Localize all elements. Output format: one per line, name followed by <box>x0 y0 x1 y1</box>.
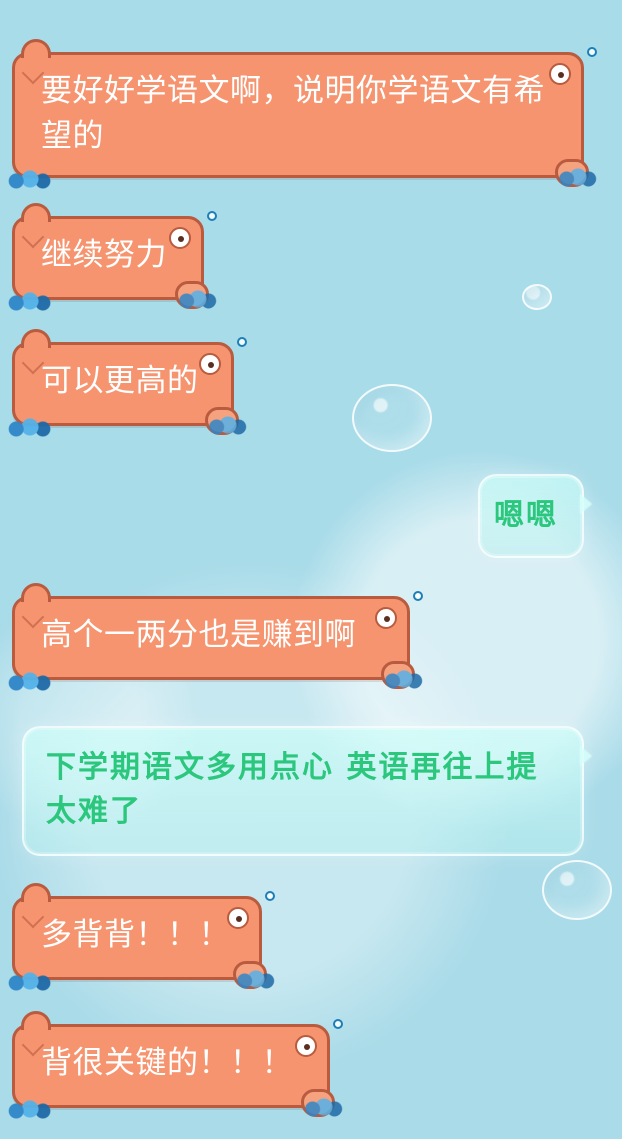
message-text: 背很关键的！！！ <box>41 1045 293 1081</box>
fish-eye-icon <box>199 353 221 375</box>
water-splash-icon <box>559 167 597 187</box>
fish-eye-icon <box>295 1035 317 1057</box>
outgoing-message-bubble[interactable]: 嗯嗯 <box>478 474 584 558</box>
water-splash-icon <box>7 169 53 189</box>
water-splash-icon <box>209 415 247 435</box>
fish-eye-icon <box>169 227 191 249</box>
incoming-message-bubble[interactable]: 可以更高的 <box>7 329 247 437</box>
fish-eye-icon <box>549 63 571 85</box>
background-bubble-icon <box>352 384 432 452</box>
incoming-message-bubble[interactable]: 多背背！！！ <box>7 883 275 991</box>
message-text: 多背背！！！ <box>41 917 230 953</box>
incoming-message-bubble[interactable]: 要好好学语文啊，说明你学语文有希望的 <box>7 39 597 189</box>
water-splash-icon <box>305 1097 343 1117</box>
small-bubble-icon <box>333 1019 343 1029</box>
fish-eye-icon <box>227 907 249 929</box>
water-splash-icon <box>7 417 53 437</box>
outgoing-message-bubble[interactable]: 下学期语文多用点心 英语再往上提太难了 <box>22 726 584 856</box>
background-bubble-icon <box>522 284 552 310</box>
small-bubble-icon <box>587 47 597 57</box>
background-bubble-icon <box>542 860 612 920</box>
water-splash-icon <box>7 1099 53 1119</box>
incoming-message-bubble[interactable]: 继续努力 <box>7 203 217 311</box>
message-text: 下学期语文多用点心 英语再往上提太难了 <box>46 750 539 829</box>
water-splash-icon <box>7 671 53 691</box>
message-text: 可以更高的 <box>41 363 199 399</box>
small-bubble-icon <box>237 337 247 347</box>
small-bubble-icon <box>207 211 217 221</box>
water-splash-icon <box>237 969 275 989</box>
water-splash-icon <box>385 669 423 689</box>
small-bubble-icon <box>413 591 423 601</box>
water-splash-icon <box>7 291 53 311</box>
small-bubble-icon <box>265 891 275 901</box>
water-splash-icon <box>7 971 53 991</box>
water-splash-icon <box>179 289 217 309</box>
message-text: 嗯嗯 <box>494 498 558 533</box>
fish-eye-icon <box>375 607 397 629</box>
incoming-message-bubble[interactable]: 背很关键的！！！ <box>7 1011 343 1119</box>
incoming-message-bubble[interactable]: 高个一两分也是赚到啊 <box>7 583 423 691</box>
message-text: 要好好学语文啊，说明你学语文有希望的 <box>41 73 545 154</box>
message-text: 继续努力 <box>41 237 167 273</box>
message-text: 高个一两分也是赚到啊 <box>41 617 356 653</box>
